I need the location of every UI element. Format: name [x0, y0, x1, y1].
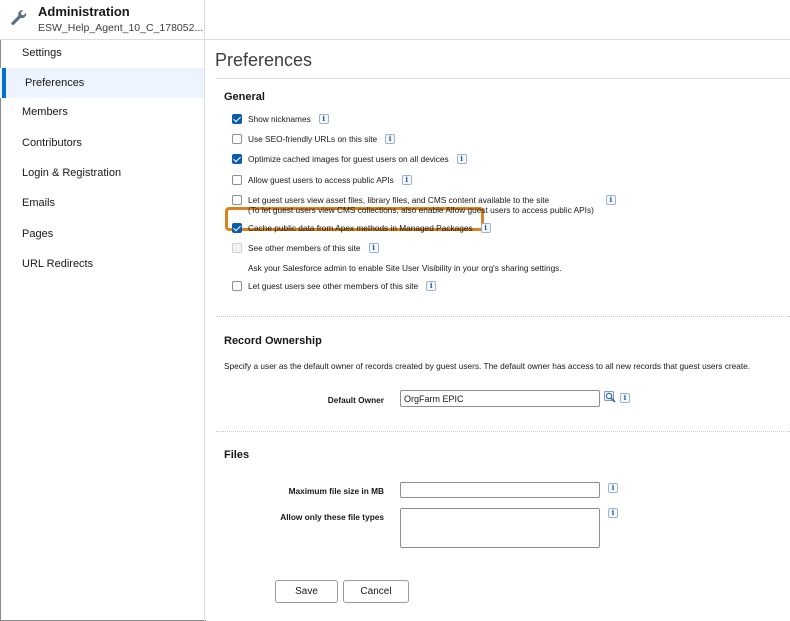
site-name: ESW_Help_Agent_10_C_178052... — [38, 22, 204, 34]
guest-see-members-checkbox[interactable] — [232, 281, 242, 291]
preferences-panel: General Show nicknames i Use SEO-friendl… — [216, 78, 790, 621]
cache-apex-checkbox[interactable] — [232, 223, 242, 233]
option-label: Optimize cached images for guest users o… — [248, 154, 449, 164]
option-label: Let guest users view asset files, librar… — [248, 195, 594, 215]
info-icon[interactable]: i — [368, 243, 379, 253]
sidebar: Settings Preferences Members Contributor… — [0, 40, 205, 621]
sidebar-item-url-redirects[interactable]: URL Redirects — [0, 249, 204, 279]
sidebar-item-contributors[interactable]: Contributors — [0, 128, 204, 158]
max-file-size-label: Maximum file size in MB — [288, 486, 384, 496]
option-optimize-images: Optimize cached images for guest users o… — [232, 154, 467, 168]
sidebar-item-pages[interactable]: Pages — [0, 219, 204, 249]
option-seo-urls: Use SEO-friendly URLs on this site i — [232, 134, 396, 148]
sidebar-item-members[interactable]: Members — [0, 97, 204, 127]
option-public-apis: Allow guest users to access public APIs … — [232, 175, 412, 189]
app-header: Administration ESW_Help_Agent_10_C_17805… — [0, 0, 790, 40]
option-cache-apex: Cache public data from Apex methods in M… — [232, 223, 491, 237]
option-see-members: See other members of this site i — [232, 243, 379, 257]
option-label: See other members of this site — [248, 243, 361, 253]
public-apis-checkbox[interactable] — [232, 175, 242, 185]
option-label: Allow guest users to access public APIs — [248, 175, 394, 185]
info-icon[interactable]: i — [456, 154, 467, 164]
sidebar-item-preferences[interactable]: Preferences — [0, 68, 204, 98]
option-label: Let guest users see other members of thi… — [248, 281, 419, 291]
asset-files-checkbox[interactable] — [232, 195, 242, 205]
see-members-checkbox — [232, 243, 242, 253]
info-icon[interactable]: i — [480, 223, 491, 233]
sidebar-item-settings[interactable]: Settings — [0, 38, 204, 68]
option-label: Cache public data from Apex methods in M… — [248, 223, 473, 233]
file-types-textarea[interactable] — [400, 508, 600, 548]
info-icon[interactable]: i — [608, 508, 618, 518]
info-icon[interactable]: i — [620, 393, 630, 403]
record-ownership-description: Specify a user as the default owner of r… — [224, 361, 751, 371]
sidebar-item-login-registration[interactable]: Login & Registration — [0, 158, 204, 188]
seo-urls-checkbox[interactable] — [232, 134, 242, 144]
info-icon[interactable]: i — [385, 134, 396, 144]
file-types-label: Allow only these file types — [280, 512, 384, 522]
visibility-note: Ask your Salesforce admin to enable Site… — [248, 263, 562, 273]
info-icon[interactable]: i — [605, 195, 616, 205]
page-title: Preferences — [215, 50, 313, 70]
info-icon[interactable]: i — [426, 281, 437, 291]
option-label: Use SEO-friendly URLs on this site — [248, 134, 378, 144]
section-files-heading: Files — [224, 449, 250, 461]
optimize-images-checkbox[interactable] — [232, 154, 242, 164]
section-general-heading: General — [224, 91, 265, 103]
info-icon[interactable]: i — [318, 114, 329, 124]
wrench-icon — [11, 10, 27, 25]
main-content: Preferences General Show nicknames i Use… — [206, 40, 790, 621]
default-owner-label: Default Owner — [327, 395, 384, 405]
show-nicknames-checkbox[interactable] — [232, 114, 242, 124]
section-divider — [216, 431, 790, 432]
option-guest-see-members: Let guest users see other members of thi… — [232, 281, 437, 295]
sidebar-item-emails[interactable]: Emails — [0, 188, 204, 218]
save-button[interactable]: Save — [275, 580, 338, 603]
header-branding: Administration ESW_Help_Agent_10_C_17805… — [0, 0, 205, 40]
lookup-icon[interactable] — [604, 391, 618, 403]
default-owner-input[interactable] — [400, 390, 600, 407]
info-icon[interactable]: i — [401, 175, 412, 185]
section-record-ownership-heading: Record Ownership — [224, 335, 322, 347]
option-label-line2: (To let guest users view CMS collections… — [248, 205, 594, 215]
option-label-line1: Let guest users view asset files, librar… — [248, 195, 550, 205]
option-label: Show nicknames — [248, 114, 311, 124]
section-divider — [216, 316, 790, 317]
info-icon[interactable]: i — [608, 483, 618, 493]
app-title: Administration — [38, 4, 130, 19]
option-asset-files: Let guest users view asset files, librar… — [232, 195, 616, 217]
option-show-nicknames: Show nicknames i — [232, 114, 329, 128]
cancel-button[interactable]: Cancel — [343, 580, 409, 603]
max-file-size-input[interactable] — [400, 482, 600, 498]
